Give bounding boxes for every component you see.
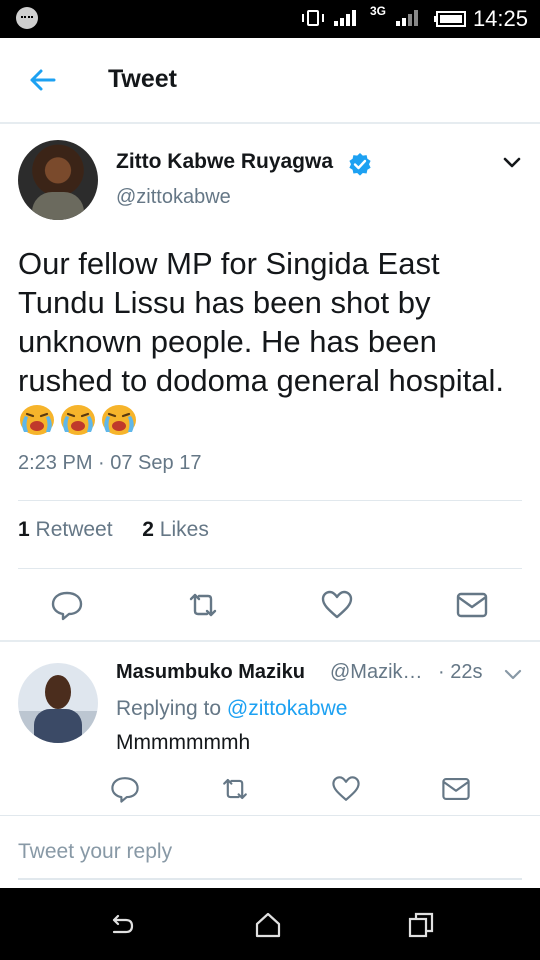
tweet-reply-input[interactable]	[18, 838, 522, 866]
page-title: Tweet	[108, 65, 177, 93]
network-type: 3G	[370, 4, 387, 18]
like-icon[interactable]	[317, 585, 357, 625]
nav-recents-icon[interactable]	[406, 910, 436, 940]
reply-author-handle[interactable]: @Mazik…	[330, 661, 423, 684]
vibrate-icon	[302, 10, 324, 26]
crying-face-icon	[61, 405, 95, 435]
crying-face-icon	[20, 405, 54, 435]
author-name[interactable]: Zitto Kabwe Ruyagwa	[116, 150, 333, 174]
reply-tweet[interactable]: Masumbuko Maziku @Mazik… · 22s Replying …	[0, 645, 540, 815]
clock: 14:25	[472, 6, 528, 31]
replying-mention-link[interactable]: @zittokabwe	[227, 697, 348, 720]
retweet-label: Retweet	[35, 518, 113, 541]
chevron-down-icon[interactable]	[502, 156, 522, 170]
reply-icon[interactable]	[107, 771, 143, 807]
share-mail-icon[interactable]	[438, 771, 474, 807]
tweet-stats: 1 Retweet 2 Likes	[18, 518, 209, 542]
signal-icon	[334, 10, 356, 26]
replying-prefix: Replying to	[116, 697, 222, 720]
like-count: 2	[142, 518, 154, 541]
app-bar: Tweet	[0, 38, 540, 124]
tweet-actions	[0, 585, 540, 625]
chevron-down-icon[interactable]	[504, 669, 522, 681]
reply-author-name[interactable]: Masumbuko Maziku	[116, 661, 305, 684]
emoji-group	[18, 402, 141, 437]
section-separator	[0, 640, 540, 642]
reply-icon[interactable]	[47, 585, 87, 625]
reply-actions	[0, 771, 540, 811]
reply-composer	[18, 838, 522, 880]
nav-home-icon[interactable]	[253, 910, 283, 940]
retweet-icon[interactable]	[183, 585, 223, 625]
divider	[18, 568, 522, 569]
tweet-text: Our fellow MP for Singida East Tundu Lis…	[18, 244, 518, 439]
retweet-count: 1	[18, 518, 30, 541]
retweet-icon[interactable]	[217, 771, 253, 807]
battery-icon	[434, 11, 466, 27]
tweet-body: Our fellow MP for Singida East Tundu Lis…	[18, 246, 504, 398]
like-label: Likes	[159, 518, 209, 541]
back-arrow-icon[interactable]	[28, 66, 56, 94]
crying-face-icon	[102, 405, 136, 435]
share-mail-icon[interactable]	[452, 585, 492, 625]
nav-back-icon[interactable]	[106, 910, 136, 940]
reply-time: · 22s	[438, 661, 483, 683]
reply-text: Mmmmmmmh	[116, 731, 251, 754]
reply-author-avatar[interactable]	[18, 663, 98, 743]
likes-stat[interactable]: 2 Likes	[142, 518, 209, 541]
section-separator	[0, 815, 540, 816]
notification-icon	[16, 7, 38, 29]
author-handle[interactable]: @zittokabwe	[116, 186, 231, 209]
system-nav-bar	[0, 888, 540, 960]
tweet-header: Zitto Kabwe Ruyagwa @zittokabwe	[0, 130, 540, 230]
verified-badge-icon	[349, 153, 371, 176]
like-icon[interactable]	[328, 771, 364, 807]
divider	[18, 500, 522, 501]
signal-2-icon	[396, 10, 418, 26]
status-bar: 3G 14:25	[0, 0, 540, 38]
retweets-stat[interactable]: 1 Retweet	[18, 518, 113, 541]
tweet-timestamp: 2:23 PM · 07 Sep 17	[18, 452, 202, 474]
author-avatar[interactable]	[18, 140, 98, 220]
replying-to: Replying to @zittokabwe	[116, 697, 347, 721]
